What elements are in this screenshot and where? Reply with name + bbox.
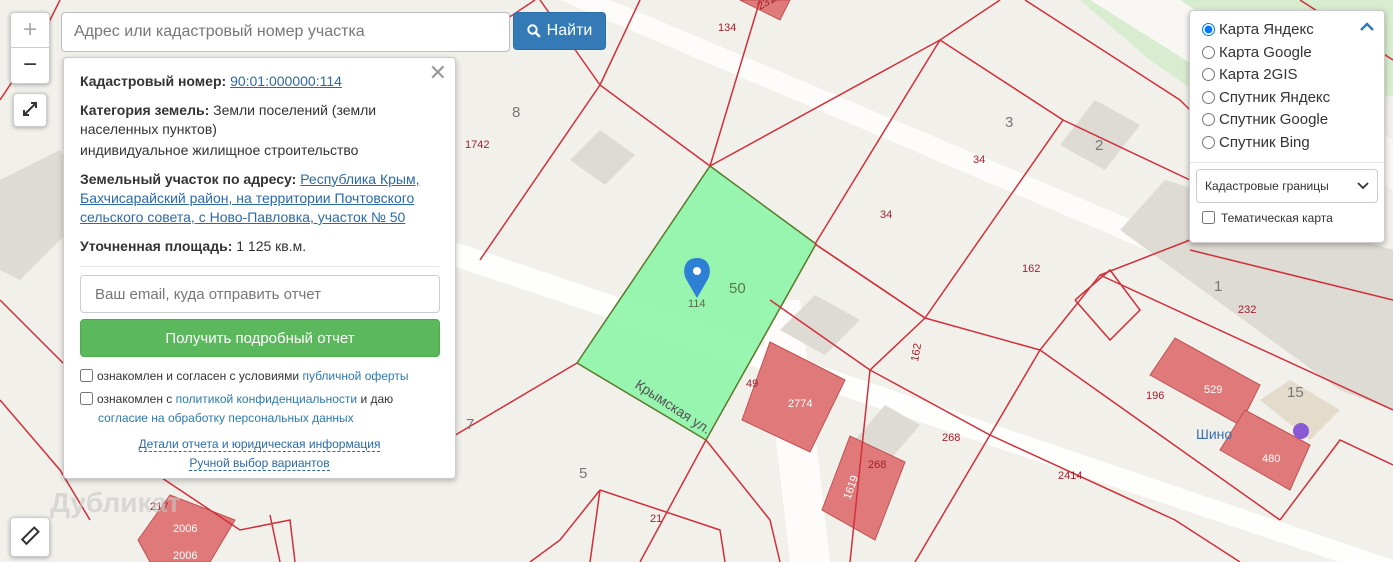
privacy-consent: ознакомлен с политикой конфиденциальност… xyxy=(80,390,439,428)
svg-text:1742: 1742 xyxy=(465,139,489,151)
basemap-option[interactable]: Спутник Яндекс xyxy=(1200,87,1374,110)
svg-text:2414: 2414 xyxy=(1058,470,1082,482)
basemap-option-label: Карта Google xyxy=(1219,43,1312,61)
svg-text:268: 268 xyxy=(942,432,960,444)
privacy-policy-link[interactable]: политикой конфиденциальности xyxy=(176,392,357,406)
divider xyxy=(1190,162,1384,163)
expand-arrows-icon xyxy=(23,102,37,116)
svg-text:2: 2 xyxy=(1095,137,1103,154)
basemap-option-label: Спутник Google xyxy=(1219,111,1329,128)
area-row: Уточненная площадь: 1 125 кв.м. xyxy=(80,237,439,256)
basemap-option-label: Карта 2GIS xyxy=(1219,66,1298,83)
chevron-down-icon xyxy=(1357,182,1369,190)
svg-text:34: 34 xyxy=(973,154,985,166)
basemap-options: Карта Яндекс Карта Google Карта 2GIS Спутни… xyxy=(1200,19,1374,154)
basemap-option-label: Спутник Bing xyxy=(1219,133,1310,151)
offer-consent-text: ознакомлен и согласен с условиями xyxy=(97,369,300,383)
cadastral-row: Кадастровый номер: 90:01:000000:114 xyxy=(80,72,439,91)
offer-consent-checkbox[interactable] xyxy=(80,369,93,382)
privacy-consent-text-2: и даю xyxy=(360,392,394,406)
cadastral-label: Кадастровый номер: xyxy=(80,73,227,89)
address-label: Земельный участок по адресу: xyxy=(80,171,297,187)
area-value: 1 125 кв.м. xyxy=(236,238,307,254)
svg-text:232: 232 xyxy=(1238,304,1256,316)
close-icon[interactable]: ✕ xyxy=(429,62,447,84)
basemap-radio[interactable] xyxy=(1202,45,1215,59)
svg-text:8: 8 xyxy=(512,104,520,121)
category-label: Категория земель: xyxy=(80,102,210,118)
basemap-option[interactable]: Спутник Bing xyxy=(1200,132,1374,155)
zoom-control: + − xyxy=(10,12,50,84)
address-row: Земельный участок по адресу: Республика … xyxy=(80,170,439,227)
report-details-link[interactable]: Детали отчета и юридическая информация xyxy=(138,437,381,452)
offer-consent: ознакомлен и согласен с условиями публич… xyxy=(80,367,439,386)
svg-text:114: 114 xyxy=(688,298,706,310)
thematic-map-label: Тематическая карта xyxy=(1221,211,1333,225)
basemap-radio[interactable] xyxy=(1202,90,1215,104)
thematic-map-toggle[interactable]: Тематическая карта xyxy=(1200,211,1374,225)
thematic-map-checkbox[interactable] xyxy=(1202,211,1215,224)
email-field[interactable] xyxy=(80,275,440,313)
svg-text:3: 3 xyxy=(1005,114,1013,131)
svg-text:134: 134 xyxy=(718,22,736,34)
basemap-radio[interactable] xyxy=(1202,68,1215,81)
svg-text:268: 268 xyxy=(868,459,886,471)
basemap-radio[interactable] xyxy=(1202,23,1215,36)
search-button-label: Найти xyxy=(546,22,593,39)
svg-text:2006: 2006 xyxy=(173,550,197,562)
basemap-option-label: Карта Яндекс xyxy=(1219,21,1314,38)
basemap-option[interactable]: Карта Google xyxy=(1200,42,1374,65)
area-label: Уточненная площадь: xyxy=(80,238,233,254)
svg-text:34: 34 xyxy=(880,209,892,221)
ruler-icon xyxy=(20,526,40,546)
parcel-info-popup: ✕ Кадастровый номер: 90:01:000000:114 Ка… xyxy=(63,57,456,479)
svg-text:529: 529 xyxy=(1204,384,1222,396)
layer-switcher: Карта Яндекс Карта Google Карта 2GIS Спутни… xyxy=(1189,10,1385,243)
svg-text:196: 196 xyxy=(1146,390,1164,402)
chevron-up-icon[interactable] xyxy=(1360,19,1374,37)
svg-text:2006: 2006 xyxy=(173,523,197,535)
overlay-select[interactable]: Кадастровые границы xyxy=(1196,169,1378,203)
basemap-radio[interactable] xyxy=(1202,135,1215,149)
category-row: Категория земель: Земли поселений (земли… xyxy=(80,101,439,139)
basemap-option[interactable]: Карта 2GIS xyxy=(1200,64,1374,87)
privacy-consent-checkbox[interactable] xyxy=(80,392,93,405)
search-input[interactable] xyxy=(61,12,510,52)
privacy-consent-text: ознакомлен с xyxy=(97,392,173,406)
basemap-option[interactable]: Карта Яндекс xyxy=(1200,19,1374,42)
svg-text:21: 21 xyxy=(650,513,662,525)
cadastral-number-link[interactable]: 90:01:000000:114 xyxy=(230,73,342,89)
svg-text:162: 162 xyxy=(1022,263,1040,275)
svg-text:15: 15 xyxy=(1287,384,1304,401)
svg-text:5: 5 xyxy=(579,465,587,482)
basemap-radio[interactable] xyxy=(1202,113,1215,126)
overlay-select-value: Кадастровые границы xyxy=(1205,179,1329,193)
basemap-option[interactable]: Спутник Google xyxy=(1200,109,1374,132)
usage-row: индивидуальное жилищное строительство xyxy=(80,142,359,158)
ruler-button[interactable] xyxy=(10,517,50,557)
get-report-button[interactable]: Получить подробный отчет xyxy=(80,319,440,357)
public-offer-link[interactable]: публичной оферты xyxy=(302,369,408,383)
manual-selection-link[interactable]: Ручной выбор вариантов xyxy=(189,456,330,471)
basemap-option-label: Спутник Яндекс xyxy=(1219,88,1331,106)
svg-text:7: 7 xyxy=(466,416,474,433)
zoom-out-button[interactable]: − xyxy=(11,48,49,82)
fullscreen-button[interactable] xyxy=(13,93,47,127)
svg-text:50: 50 xyxy=(729,280,746,297)
svg-text:480: 480 xyxy=(1262,453,1280,465)
divider xyxy=(80,266,439,267)
svg-text:1: 1 xyxy=(1214,278,1222,295)
svg-text:2774: 2774 xyxy=(788,398,812,410)
search-icon xyxy=(526,24,541,38)
personal-data-consent-link[interactable]: согласие на обработку персональных данны… xyxy=(98,411,354,425)
svg-text:Дубликат: Дубликат xyxy=(50,487,181,518)
search-button[interactable]: Найти xyxy=(513,12,606,50)
svg-text:Шино: Шино xyxy=(1196,426,1232,442)
svg-text:49: 49 xyxy=(746,378,758,390)
panel-footer-links: Детали отчета и юридическая информация Р… xyxy=(64,435,455,473)
zoom-in-button[interactable]: + xyxy=(11,13,49,48)
